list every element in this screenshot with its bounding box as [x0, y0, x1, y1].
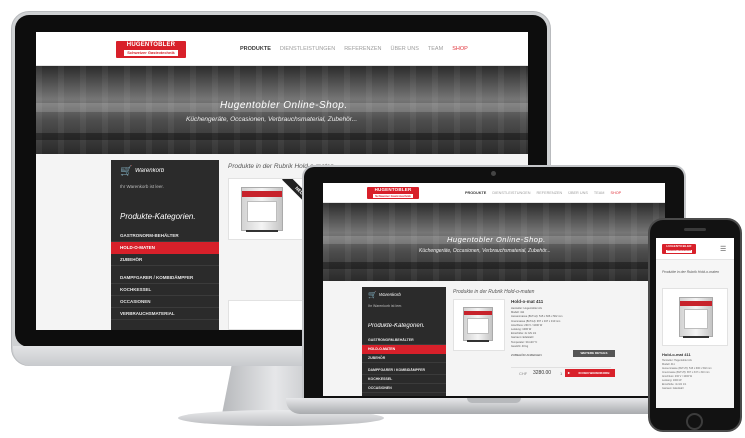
related-link[interactable]: ZUBEHÖR ANZEIGEN — [511, 353, 542, 357]
product-card[interactable]: NEU — [228, 178, 304, 240]
product-card-2[interactable] — [228, 300, 304, 330]
hero-subtitle: Küchengeräte, Occasionen, Verbrauchsmate… — [419, 248, 551, 254]
category-item-hold-o-maten[interactable]: HOLD-O-MATEN — [111, 242, 219, 254]
nav-produkte[interactable]: PRODUKTE — [465, 191, 486, 195]
categories-title: Produkte-Kategorien. — [120, 212, 196, 221]
spec-line: Gewicht: 40 kg — [511, 344, 529, 348]
nav-shop[interactable]: SHOP — [610, 191, 621, 195]
spec-line: Garraum: Edelstahl — [662, 387, 684, 390]
phone-home-button[interactable] — [686, 413, 703, 430]
nav-produkte[interactable]: PRODUKTE — [240, 46, 271, 52]
product-name: Hold-o-mat 411 — [511, 299, 544, 304]
nav-dienstleistungen[interactable]: DIENSTLEISTUNGEN — [280, 46, 335, 52]
hero-banner: Hugentobler Online-Shop. Küchengeräte, O… — [323, 203, 665, 281]
shop-sidebar: 🛒 Warenkorb Ihr Warenkorb ist leer. Prod… — [362, 287, 446, 396]
site-logo[interactable]: HUGENTOBLER Schweizer Gastrotechnik — [116, 41, 186, 58]
phone-screen: HUGENTOBLER Schweizer Gastrotechnik ☰ Pr… — [656, 238, 734, 408]
product-specs: Hersteller: Hugentobler AG Modell: 411 A… — [511, 307, 621, 349]
shop-sidebar: 🛒 Warenkorb Ihr Warenkorb ist leer. Prod… — [111, 160, 219, 330]
product-image[interactable] — [241, 187, 283, 233]
nav-team[interactable]: TEAM — [594, 191, 605, 195]
quantity-input[interactable]: 1 — [560, 371, 562, 376]
unit-stripe — [242, 191, 282, 198]
cart-icon: 🛒 — [120, 166, 133, 177]
menu-icon[interactable]: ☰ — [720, 245, 726, 253]
logo-tagline: Schweizer Gastrotechnik — [373, 193, 413, 198]
products-heading: Produkte in der Rubrik Hold-o-maten — [453, 289, 535, 295]
logo-text: HUGENTOBLER — [126, 42, 176, 48]
main-navigation: PRODUKTE DIENSTLEISTUNGEN REFERENZEN ÜBE… — [465, 191, 621, 195]
cart-title: Warenkorb — [379, 292, 401, 297]
product-image-card[interactable] — [453, 299, 505, 351]
cart-icon: 🛒 — [368, 292, 377, 299]
category-item-dampfgarer[interactable]: DAMPFGARER / KOMBIDÄMPFER — [362, 366, 446, 375]
site-logo[interactable]: HUGENTOBLER Schweizer Gastrotechnik — [367, 187, 419, 199]
category-item-occasionen[interactable]: OCCASIONEN — [111, 296, 219, 308]
cart-icon-button[interactable]: ▸ — [565, 369, 573, 377]
product-price: 3280.00 — [533, 370, 552, 376]
category-item-gastronorm[interactable]: GASTRONORM-BEHÄLTER — [362, 336, 446, 345]
laptop-camera — [491, 171, 496, 176]
category-item-kochkessel[interactable]: KOCHKESSEL — [111, 284, 219, 296]
category-item-occasionen[interactable]: OCCASIONEN — [362, 384, 446, 393]
laptop-notch — [467, 398, 521, 403]
divider — [511, 367, 611, 368]
product-card[interactable] — [662, 288, 728, 346]
main-navigation: PRODUKTE DIENSTLEISTUNGEN REFERENZEN ÜBE… — [240, 46, 468, 52]
product-name: Hold-o-mat 411 — [662, 352, 691, 357]
currency-label: CHF — [519, 371, 528, 376]
category-item-dampfgarer[interactable]: DAMPFGARER / KOMBIDÄMPFER — [111, 272, 219, 284]
nav-team[interactable]: TEAM — [428, 46, 443, 52]
unit-feet — [466, 340, 490, 342]
cart-empty-text: Ihr Warenkorb ist leer. — [368, 304, 403, 308]
product-image[interactable] — [679, 297, 713, 338]
logo-tagline: Schweizer Gastrotechnik — [666, 249, 692, 253]
site-header: HUGENTOBLER Schweizer Gastrotechnik ☰ — [656, 238, 734, 260]
unit-stripe — [680, 301, 712, 307]
new-badge: NEU — [282, 179, 303, 208]
cart-title: Warenkorb — [135, 168, 165, 174]
hero-counter — [36, 132, 528, 140]
category-item-kochkessel[interactable]: KOCHKESSEL — [362, 375, 446, 384]
categories-title: Produkte-Kategorien. — [368, 323, 425, 329]
category-item-hold-o-maten[interactable]: HOLD-O-MATEN — [362, 345, 446, 354]
hero-title: Hugentobler Online-Shop. — [447, 235, 546, 244]
site-header: HUGENTOBLER Schweizer Gastrotechnik PROD… — [36, 32, 528, 66]
nav-ueber-uns[interactable]: ÜBER UNS — [568, 191, 588, 195]
unit-feet — [683, 336, 709, 338]
product-image[interactable] — [463, 307, 493, 342]
unit-door — [683, 309, 709, 330]
product-specs: Hersteller: Hugentobler AG Modell: 411 A… — [662, 359, 728, 391]
site-logo[interactable]: HUGENTOBLER Schweizer Gastrotechnik — [662, 244, 696, 254]
logo-tagline: Schweizer Gastrotechnik — [124, 50, 178, 56]
unit-door — [467, 317, 489, 335]
products-heading: Produkte in der Rubrik Hold-o-maten — [662, 270, 719, 274]
hero-title: Hugentobler Online-Shop. — [220, 100, 348, 111]
unit-feet — [246, 230, 278, 233]
cart-empty-text: Ihr Warenkorb ist leer. — [120, 184, 164, 189]
hero-counter — [323, 262, 665, 269]
category-item-verbrauchsmaterial[interactable]: VERBRAUCHSMATERIAL — [111, 308, 219, 320]
nav-dienstleistungen[interactable]: DIENSTLEISTUNGEN — [492, 191, 530, 195]
logo-text: HUGENTOBLER — [666, 244, 692, 248]
nav-shop[interactable]: SHOP — [452, 46, 468, 52]
unit-stripe — [464, 310, 492, 316]
hero-subtitle: Küchengeräte, Occasionen, Verbrauchsmate… — [186, 116, 358, 123]
category-item-zubehoer[interactable]: ZUBEHÖR — [362, 354, 446, 363]
phone-speaker — [684, 228, 706, 231]
add-to-cart-button[interactable]: IN DEN WARENKORB — [573, 369, 615, 377]
hero-banner: Hugentobler Online-Shop. Küchengeräte, O… — [36, 66, 528, 154]
nav-referenzen[interactable]: REFERENZEN — [537, 191, 563, 195]
category-item-zubehoer[interactable]: ZUBEHÖR — [111, 254, 219, 266]
nav-ueber-uns[interactable]: ÜBER UNS — [390, 46, 418, 52]
category-item-gastronorm[interactable]: GASTRONORM-BEHÄLTER — [111, 230, 219, 242]
logo-text: HUGENTOBLER — [374, 187, 412, 192]
unit-door — [246, 200, 278, 223]
product-detail: Hold-o-mat 411 Hersteller: Hugentobler A… — [453, 299, 623, 393]
laptop-screen: HUGENTOBLER Schweizer Gastrotechnik PROD… — [323, 183, 665, 396]
details-button[interactable]: WEITERE DETAILS — [573, 350, 615, 357]
nav-referenzen[interactable]: REFERENZEN — [344, 46, 381, 52]
site-header: HUGENTOBLER Schweizer Gastrotechnik PROD… — [323, 183, 665, 203]
